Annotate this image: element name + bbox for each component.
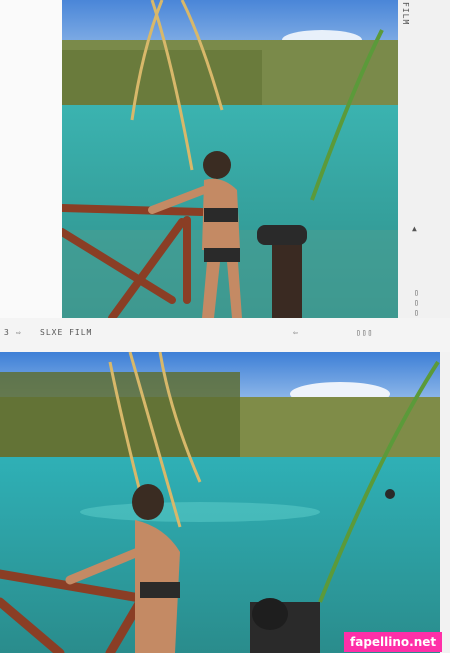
sprocket-boxes: ▯▯▯ — [356, 328, 374, 337]
top-frame-marker-arrow: ▲ — [412, 224, 418, 233]
film-info-bar: 3 ⇨ SLXE FILM ⇦ ▯▯▯ — [0, 318, 450, 352]
top-film-frame: FILM ▲ ▯▯▯ — [0, 0, 450, 320]
top-left-margin — [0, 0, 62, 318]
top-frame-marker-boxes: ▯▯▯ — [412, 288, 421, 318]
top-photo — [62, 0, 398, 318]
top-film-side-label: FILM — [401, 2, 410, 26]
arrow-right-icon: ⇨ — [16, 328, 22, 337]
bottom-right-margin — [440, 352, 450, 653]
film-brand-label: SLXE FILM — [40, 328, 93, 337]
bottom-photo — [0, 352, 440, 653]
frame-number: 3 — [4, 328, 10, 337]
arrow-left-icon: ⇦ — [293, 328, 299, 337]
top-right-margin — [398, 0, 450, 318]
watermark-badge: fapellino.net — [344, 632, 443, 652]
